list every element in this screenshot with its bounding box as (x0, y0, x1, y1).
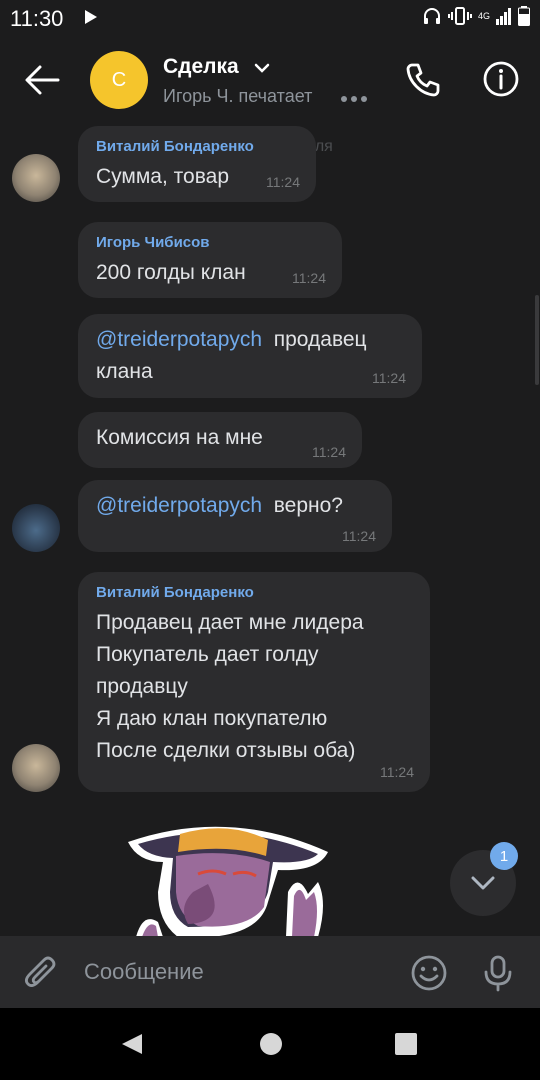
phone-icon[interactable] (404, 60, 442, 98)
message-time: 11:24 (266, 174, 300, 190)
avatar[interactable] (12, 154, 60, 202)
status-time: 11:30 (10, 6, 64, 31)
mention-link[interactable]: @treiderpotapych (96, 328, 262, 351)
message-input[interactable] (84, 950, 384, 994)
vibrate-icon (447, 7, 472, 25)
emoji-icon[interactable] (410, 954, 448, 992)
network-type: 4G (477, 11, 490, 21)
chat-title[interactable]: Сделка (163, 55, 239, 79)
message-bubble[interactable]: Комиссия на мне 11:24 (78, 412, 362, 468)
message-sender[interactable]: Виталий Бондаренко (96, 584, 412, 601)
nav-back-icon[interactable] (120, 1032, 144, 1056)
message-text: @treiderpotapych продавец клана (96, 324, 408, 388)
info-icon[interactable] (482, 60, 520, 98)
message-time: 11:24 (342, 528, 376, 544)
message-bubble[interactable]: @treiderpotapych продавец клана 11:24 (78, 314, 422, 398)
status-bar: 11:30 4G (0, 0, 540, 38)
message-line: Я даю клан покупателю (96, 707, 328, 730)
headphones-icon (423, 8, 440, 24)
message-composer (0, 936, 540, 1008)
microphone-icon[interactable] (480, 954, 516, 992)
media-play-icon (85, 10, 97, 24)
signal-icon (496, 8, 511, 25)
mention-link[interactable]: @treiderpotapych (96, 494, 262, 517)
typing-status: Игорь Ч. печатает (163, 86, 313, 106)
message-time: 11:24 (312, 444, 346, 460)
message-text: Комиссия на мне (96, 426, 263, 449)
message-text: @treiderpotapych верно? (96, 490, 374, 522)
battery-icon (518, 6, 530, 26)
message-bubble[interactable]: Виталий Бондаренко Продавец дает мне лид… (78, 572, 430, 792)
typing-indicator-icon (341, 96, 367, 102)
status-icons: 4G (422, 6, 530, 26)
message-text-body: верно? (273, 494, 343, 517)
system-nav-bar (0, 1008, 540, 1080)
avatar[interactable] (12, 504, 60, 552)
message-bubble[interactable]: Игорь Чибисов 200 голды клан 11:24 (78, 222, 342, 298)
message-line: Покупатель дает голду (96, 643, 319, 666)
chevron-down-icon (471, 876, 495, 890)
message-bubble[interactable]: Виталий Бондаренко Сумма, товар 11:24 (78, 126, 316, 202)
avatar[interactable] (12, 744, 60, 792)
scrollbar[interactable] (535, 295, 539, 385)
message-sender[interactable]: Игорь Чибисов (96, 234, 324, 251)
avatar-letter: С (111, 68, 127, 91)
unread-badge: 1 (490, 842, 518, 870)
message-line: После сделки отзывы оба) (96, 739, 356, 762)
paperclip-icon[interactable] (22, 954, 60, 992)
chevron-down-icon[interactable] (254, 63, 270, 73)
nav-home-icon[interactable] (259, 1032, 283, 1056)
message-line: Продавец дает мне лидера (96, 611, 364, 634)
message-time: 11:24 (372, 370, 406, 386)
message-list[interactable]: 20 июля Виталий Бондаренко Сумма, товар … (0, 122, 540, 936)
nav-recent-icon[interactable] (394, 1032, 418, 1056)
message-bubble[interactable]: @treiderpotapych верно? 11:24 (78, 480, 392, 552)
message-time: 11:24 (380, 764, 414, 780)
chat-header: С Сделка Игорь Ч. печатает (0, 38, 540, 122)
chat-avatar[interactable]: С (90, 51, 148, 109)
message-sender[interactable]: Виталий Бондаренко (96, 138, 298, 155)
sticker-image[interactable] (118, 812, 338, 936)
message-line: продавцу (96, 675, 188, 698)
back-arrow-icon[interactable] (22, 62, 62, 98)
message-time: 11:24 (292, 270, 326, 286)
message-text: 200 голды клан (96, 261, 246, 284)
